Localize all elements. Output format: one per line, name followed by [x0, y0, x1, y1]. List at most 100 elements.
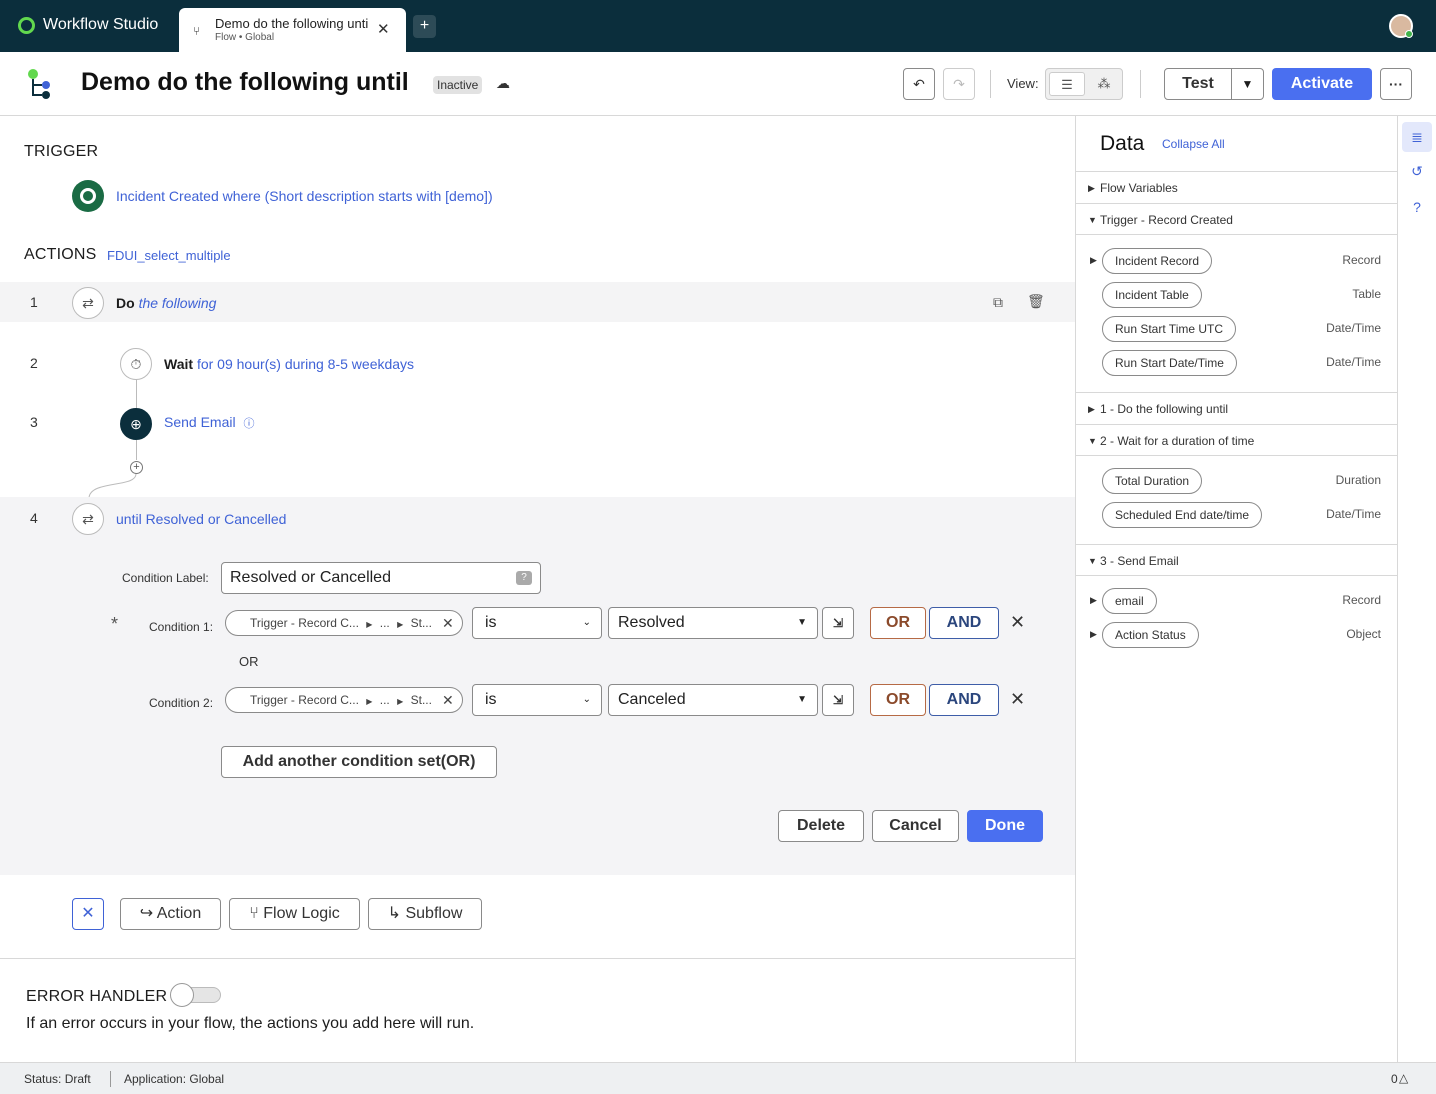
condition-2-caption: Condition 2: [149, 696, 214, 710]
condition-2-field-pill[interactable]: Trigger - Record C... ▶ ... ▶ St... ✕ [225, 687, 463, 713]
caret-down-icon: ▼ [1241, 77, 1254, 91]
caret-right-icon[interactable]: ▶ [1090, 595, 1097, 606]
add-step-icon[interactable]: + [130, 461, 143, 474]
condition-label-input[interactable]: Resolved or Cancelled ? [221, 562, 541, 594]
data-section-wait[interactable]: ▼ 2 - Wait for a duration of time [1076, 424, 1397, 456]
cancel-button[interactable]: Cancel [872, 810, 959, 842]
activate-button[interactable]: Activate [1272, 68, 1372, 100]
condition-1-value[interactable]: Resolved ▼ [608, 607, 818, 639]
actions-tag[interactable]: FDUI_select_multiple [107, 248, 231, 263]
error-handler-description: If an error occurs in your flow, the act… [26, 1015, 475, 1032]
close-add-menu-button[interactable]: ✕ [72, 898, 104, 930]
tab-flow[interactable]: ⑂ Demo do the following until Flow • Glo… [179, 8, 406, 52]
condition-2-operator[interactable]: is ⌄ [472, 684, 602, 716]
value-text: Canceled [618, 691, 686, 708]
pill-part: St... [410, 616, 432, 630]
data-pill-scheduled-end[interactable]: Scheduled End date/time [1102, 502, 1263, 528]
brand[interactable]: Workflow Studio [18, 16, 158, 34]
collapse-all-link[interactable]: Collapse All [1162, 137, 1225, 151]
test-button[interactable]: Test [1164, 68, 1232, 100]
data-section-send-email[interactable]: ▼ 3 - Send Email [1076, 544, 1397, 576]
data-pill-picker-button[interactable]: ⇲ [822, 684, 854, 716]
data-pill-incident-table[interactable]: Incident Table [1102, 282, 1202, 308]
data-section-flow-variables[interactable]: ▶ Flow Variables [1076, 171, 1397, 203]
condition-1-operator[interactable]: is ⌄ [472, 607, 602, 639]
redo-button[interactable]: ↷ [943, 68, 975, 100]
test-dropdown-button[interactable]: ▼ [1231, 68, 1264, 100]
undo-icon: ↶ [913, 76, 925, 92]
data-pill-run-start-datetime[interactable]: Run Start Date/Time [1102, 350, 1237, 376]
data-type: Date/Time [1326, 321, 1381, 335]
data-pill-incident-record[interactable]: Incident Record [1102, 248, 1213, 274]
data-pill-picker-button[interactable]: ⇲ [822, 607, 854, 639]
diagram-view-icon[interactable]: ⁂ [1086, 72, 1122, 96]
undo-button[interactable]: ↶ [903, 68, 935, 100]
or-button[interactable]: OR [870, 684, 926, 716]
delete-button[interactable]: Delete [778, 810, 864, 842]
caret-down-icon: ▼ [1088, 215, 1097, 225]
page-title: Demo do the following until [81, 68, 409, 96]
translate-icon[interactable]: ? [516, 571, 532, 585]
section-label: 3 - Send Email [1100, 554, 1179, 568]
help-icon[interactable]: ? [1402, 192, 1432, 222]
data-section-do-until[interactable]: ▶ 1 - Do the following until [1076, 392, 1397, 424]
bell-icon[interactable]: △ [1399, 1071, 1408, 1085]
delete-step-icon[interactable]: 🗑 [1027, 293, 1045, 310]
new-tab-button[interactable]: + [413, 15, 436, 38]
cloud-sync-icon[interactable]: ☁ [496, 75, 510, 92]
operator-value: is [485, 691, 497, 708]
database-icon[interactable]: ≣ [1402, 122, 1432, 152]
data-section-trigger[interactable]: ▼ Trigger - Record Created [1076, 203, 1397, 235]
help-icon[interactable]: ⓘ [243, 418, 254, 430]
step-2-label[interactable]: Wait for 09 hour(s) during 8-5 weekdays [164, 356, 414, 372]
remove-condition-icon[interactable]: ✕ [1010, 612, 1025, 633]
or-button[interactable]: OR [870, 607, 926, 639]
top-bar: Workflow Studio ⑂ Demo do the following … [0, 0, 1436, 52]
caret-down-icon: ▼ [797, 694, 807, 705]
data-pill-email[interactable]: email [1102, 588, 1157, 614]
caret-right-icon: ▶ [366, 697, 373, 706]
add-condition-set-button[interactable]: Add another condition set(OR) [221, 746, 497, 778]
add-subflow-button[interactable]: ↳ Subflow [368, 898, 482, 930]
trigger-description[interactable]: Incident Created where (Short descriptio… [116, 188, 493, 204]
or-separator: OR [239, 654, 259, 669]
clear-icon[interactable]: ✕ [442, 688, 454, 712]
trigger-record-icon [72, 180, 104, 212]
condition-1-field-pill[interactable]: Trigger - Record C... ▶ ... ▶ St... ✕ [225, 610, 463, 636]
step-4-label[interactable]: until Resolved or Cancelled [116, 511, 286, 527]
and-button[interactable]: AND [929, 684, 999, 716]
list-view-icon[interactable]: ☰ [1049, 72, 1085, 96]
flow-status: Status: Draft [24, 1072, 91, 1086]
step-detail: the following [138, 295, 217, 311]
done-button[interactable]: Done [967, 810, 1043, 842]
section-label: Trigger - Record Created [1100, 213, 1233, 227]
actions-section-title: ACTIONS [24, 246, 97, 263]
data-pill-total-duration[interactable]: Total Duration [1102, 468, 1203, 494]
clear-icon[interactable]: ✕ [442, 611, 454, 635]
copy-step-icon[interactable]: ⧉ [993, 294, 1003, 311]
step-3-label[interactable]: Send Email ⓘ [164, 414, 254, 431]
error-handler-toggle[interactable] [170, 983, 221, 1007]
condition-2-value[interactable]: Canceled ▼ [608, 684, 818, 716]
caret-right-icon[interactable]: ▶ [1090, 255, 1097, 266]
globe-icon: ⊕ [120, 408, 152, 440]
history-icon[interactable]: ↺ [1402, 156, 1432, 186]
data-pill-action-status[interactable]: Action Status [1102, 622, 1199, 648]
more-options-button[interactable]: ··· [1380, 68, 1412, 100]
add-action-button[interactable]: ↪ Action [120, 898, 221, 930]
required-indicator: * [111, 614, 119, 634]
data-type: Date/Time [1326, 507, 1381, 521]
caret-right-icon[interactable]: ▶ [1090, 629, 1097, 640]
remove-condition-icon[interactable]: ✕ [1010, 689, 1025, 710]
and-button[interactable]: AND [929, 607, 999, 639]
data-pill-run-start-time-utc[interactable]: Run Start Time UTC [1102, 316, 1237, 342]
step-1-label[interactable]: Do the following [116, 295, 216, 311]
add-flow-logic-label: Flow Logic [263, 905, 340, 922]
add-subflow-label: Subflow [405, 905, 463, 922]
flow-tree-icon: ⑂ [193, 24, 201, 38]
add-flow-logic-button[interactable]: ⑂ Flow Logic [229, 898, 360, 930]
redo-icon: ↷ [953, 76, 965, 92]
condition-label-value: Resolved or Cancelled [230, 569, 391, 586]
close-icon[interactable]: ✕ [377, 20, 390, 38]
caret-down-icon: ▼ [797, 617, 807, 628]
